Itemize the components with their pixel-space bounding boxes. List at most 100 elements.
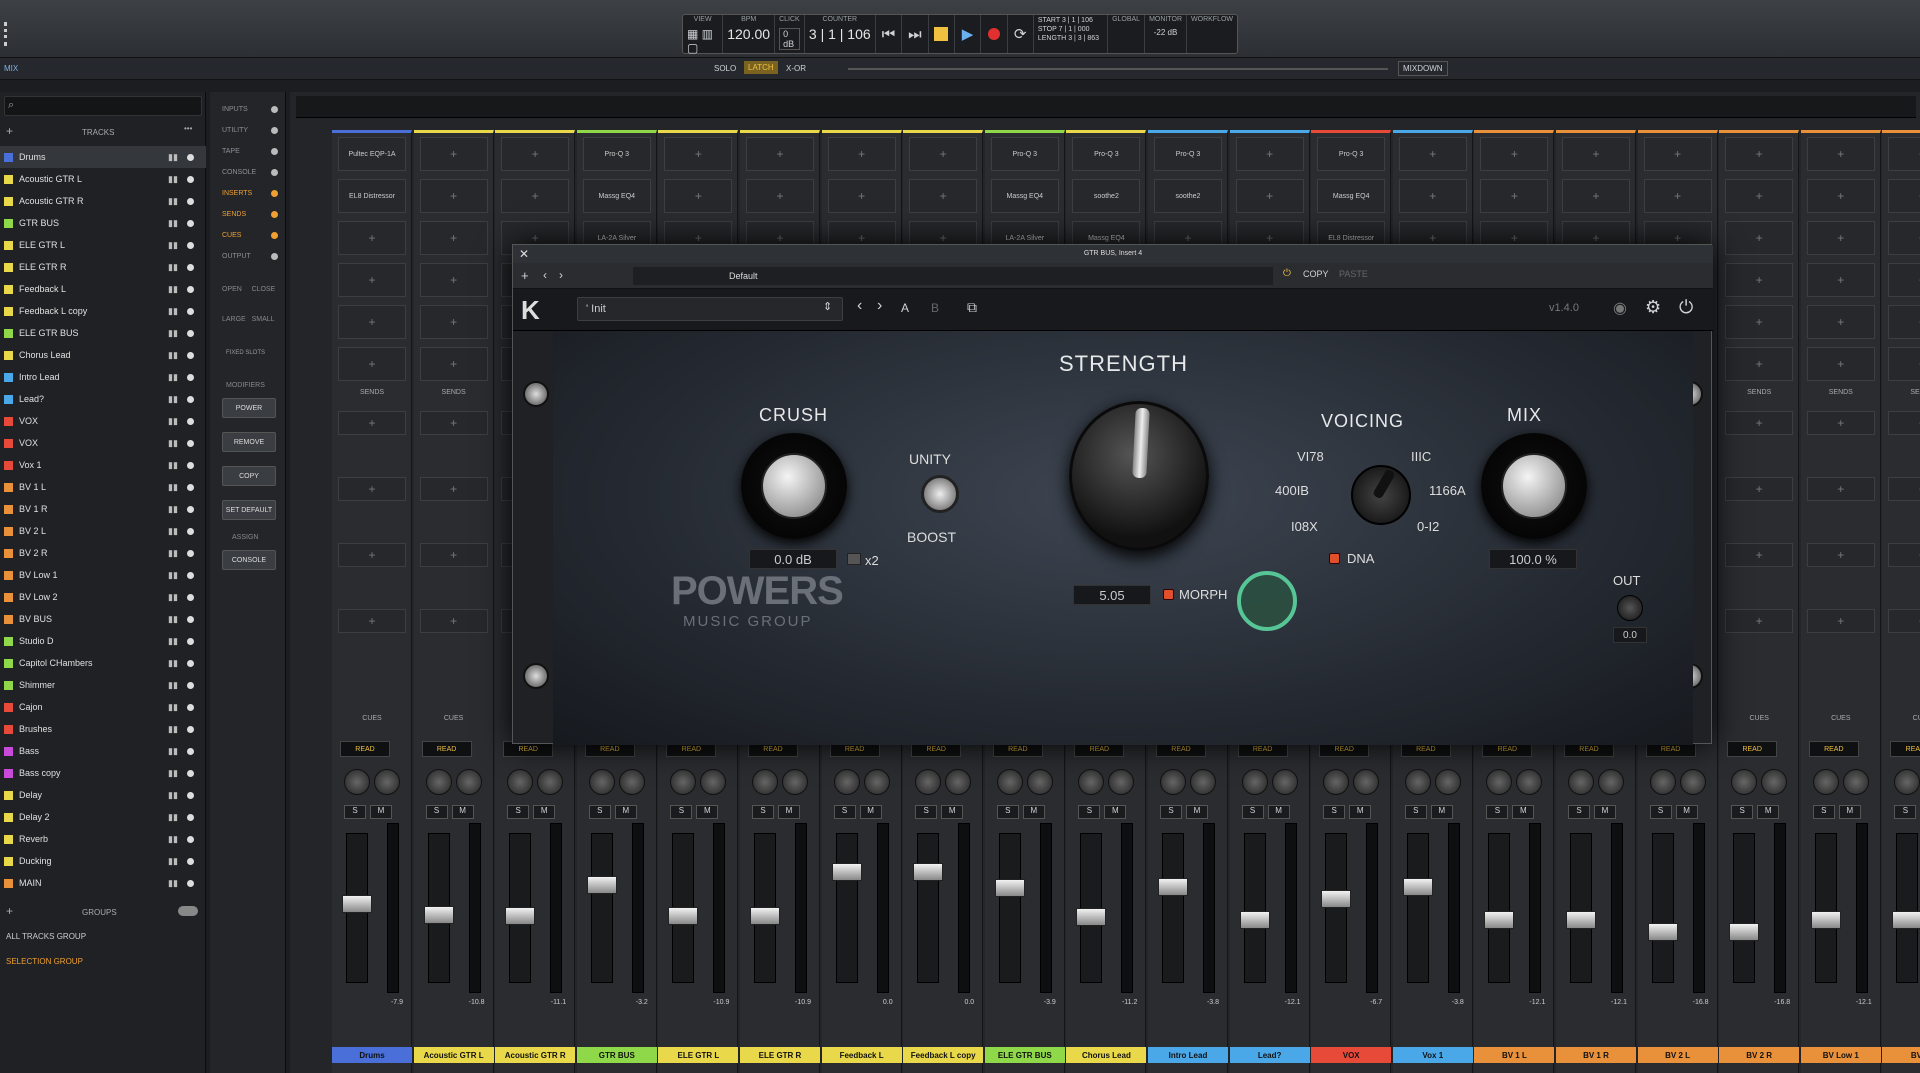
insert-slot[interactable]: +: [1806, 137, 1875, 171]
voicing-option[interactable]: IIIC: [1411, 449, 1431, 464]
waveform-icon[interactable]: ▮▮: [168, 878, 179, 888]
visibility-dot[interactable]: [187, 527, 194, 535]
pan-knob[interactable]: [1894, 769, 1920, 795]
visibility-dot[interactable]: [187, 461, 194, 469]
pan-knob[interactable]: [344, 769, 370, 795]
record-button[interactable]: [981, 15, 1008, 53]
play-button[interactable]: ▶: [955, 15, 982, 53]
mute-button[interactable]: M: [1838, 805, 1861, 819]
x2-checkbox[interactable]: [847, 553, 861, 565]
forward-icon[interactable]: ⏭: [902, 15, 929, 53]
send-slot[interactable]: +: [1888, 411, 1920, 435]
groups-toggle[interactable]: [178, 906, 198, 916]
visibility-dot[interactable]: [187, 659, 194, 667]
insert-slot[interactable]: +: [1235, 179, 1304, 213]
chevron-updown-icon[interactable]: ⇕: [823, 300, 832, 313]
mute-button[interactable]: M: [859, 805, 882, 819]
visibility-dot[interactable]: [187, 439, 194, 447]
track-item[interactable]: Reverb ▮▮: [0, 828, 206, 850]
channel-label[interactable]: Vox 1: [1392, 1047, 1473, 1063]
insert-slot[interactable]: +: [1888, 347, 1920, 381]
pan-knob[interactable]: [1108, 769, 1135, 795]
track-item[interactable]: BV Low 1 ▮▮: [0, 564, 206, 586]
monitor-group[interactable]: MONITOR -22 dB: [1145, 15, 1188, 53]
channel-label[interactable]: Lead?: [1229, 1047, 1310, 1063]
visibility-dot[interactable]: [187, 329, 194, 337]
insert-slot[interactable]: +: [664, 179, 733, 213]
fader-cap[interactable]: [1321, 889, 1352, 908]
insert-slot[interactable]: +: [1806, 305, 1875, 339]
volume-fader[interactable]: [998, 833, 1021, 983]
b-button[interactable]: B: [931, 301, 939, 315]
workflow-group[interactable]: WORKFLOW: [1187, 15, 1237, 53]
visibility-dot[interactable]: [187, 593, 194, 601]
mute-button[interactable]: M: [1186, 805, 1208, 819]
pan-knob[interactable]: [1241, 769, 1268, 795]
pan-knob[interactable]: [1353, 769, 1380, 795]
visibility-dot[interactable]: [187, 549, 194, 557]
track-item[interactable]: BV 2 R ▮▮: [0, 542, 206, 564]
pan-knob[interactable]: [833, 769, 860, 795]
channel-label[interactable]: BV 1 R: [1556, 1047, 1636, 1063]
pan-knob[interactable]: [1026, 769, 1053, 795]
insert-slot[interactable]: +: [1480, 137, 1549, 171]
fixed-slots[interactable]: FIXED SLOTS: [226, 350, 265, 356]
waveform-icon[interactable]: ▮▮: [168, 240, 179, 250]
insert-slot[interactable]: +: [1806, 263, 1875, 297]
track-item[interactable]: BV 1 R ▮▮: [0, 498, 206, 520]
insert-slot[interactable]: Pro-Q 3: [582, 137, 651, 171]
visibility-dot[interactable]: [187, 769, 194, 777]
solo-button[interactable]: S: [670, 805, 693, 819]
mute-button[interactable]: M: [1594, 805, 1616, 819]
pan-knob[interactable]: [1434, 769, 1461, 795]
waveform-icon[interactable]: ▮▮: [168, 790, 179, 800]
fader-cap[interactable]: [1484, 911, 1515, 930]
remove-button[interactable]: REMOVE: [222, 432, 276, 452]
next-preset-icon[interactable]: ›: [877, 297, 882, 315]
fader-cap[interactable]: [1076, 907, 1107, 926]
solo-button[interactable]: S: [996, 805, 1019, 819]
visibility-dot[interactable]: [187, 879, 194, 887]
insert-slot[interactable]: +: [338, 347, 406, 381]
visibility-dot[interactable]: [187, 263, 194, 271]
insert-slot[interactable]: Pro-Q 3: [1317, 137, 1386, 171]
channel-label[interactable]: GTR BUS: [576, 1047, 657, 1063]
track-item[interactable]: Bass copy ▮▮: [0, 762, 206, 784]
track-item[interactable]: ELE GTR R ▮▮: [0, 256, 206, 278]
waveform-icon[interactable]: ▮▮: [168, 196, 179, 206]
search-input[interactable]: ⌕: [4, 96, 202, 116]
visibility-dot[interactable]: [187, 197, 194, 205]
fader-cap[interactable]: [423, 906, 454, 925]
pan-knob[interactable]: [1323, 769, 1350, 795]
add-track-icon[interactable]: +: [6, 124, 13, 138]
insert-slot[interactable]: +: [746, 179, 814, 213]
insert-slot[interactable]: +: [1480, 179, 1549, 213]
mute-button[interactable]: M: [1104, 805, 1127, 819]
solo-button[interactable]: S: [752, 805, 774, 819]
visibility-dot[interactable]: [187, 615, 194, 623]
toggle-dot[interactable]: [271, 106, 278, 113]
track-item[interactable]: Delay 2 ▮▮: [0, 806, 206, 828]
waveform-icon[interactable]: ▮▮: [168, 218, 179, 228]
pan-knob[interactable]: [1486, 769, 1513, 795]
pan-knob[interactable]: [700, 769, 727, 795]
mute-button[interactable]: M: [1022, 805, 1045, 819]
pan-knob[interactable]: [863, 769, 890, 795]
insert-slot[interactable]: +: [338, 263, 406, 297]
insert-slot[interactable]: +: [909, 179, 978, 213]
solo-button[interactable]: S: [1241, 805, 1264, 819]
send-slot[interactable]: +: [1806, 543, 1875, 567]
click-group[interactable]: CLICK 0 dB: [775, 15, 805, 53]
pan-knob[interactable]: [1271, 769, 1298, 795]
track-item[interactable]: BV 1 L ▮▮: [0, 476, 206, 498]
volume-fader[interactable]: [1814, 833, 1837, 983]
mute-button[interactable]: M: [533, 805, 556, 819]
channel-label[interactable]: ELE GTR R: [740, 1047, 820, 1063]
insert-slot[interactable]: +: [1725, 221, 1794, 255]
insert-slot[interactable]: Massg EQ4: [990, 179, 1059, 213]
solo-button[interactable]: S: [425, 805, 448, 819]
solo-button[interactable]: S: [915, 805, 938, 819]
mute-button[interactable]: M: [1757, 805, 1780, 819]
latch-button[interactable]: LATCH: [744, 61, 778, 74]
waveform-icon[interactable]: ▮▮: [168, 350, 179, 360]
